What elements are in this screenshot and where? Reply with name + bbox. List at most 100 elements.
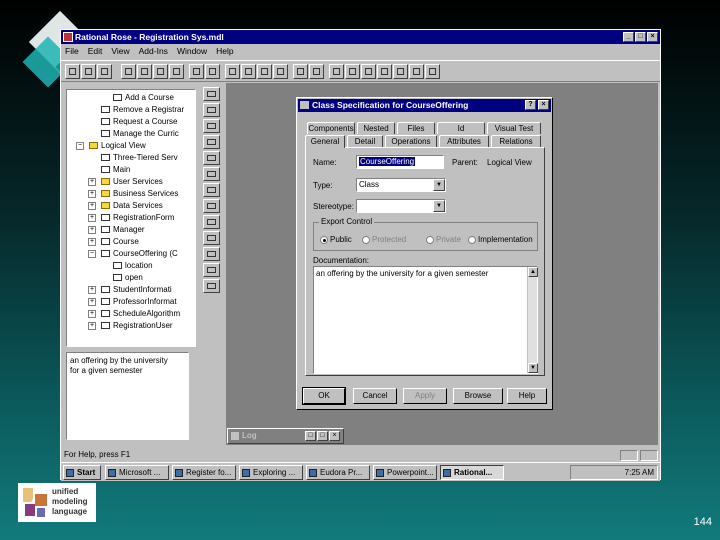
class-tool-icon[interactable] — [203, 151, 220, 165]
radio-protected[interactable]: Protected — [362, 235, 406, 244]
documentation-scrollbar[interactable]: ▲ ▼ — [527, 267, 538, 373]
browse-previous-icon[interactable] — [409, 64, 424, 79]
taskbar-item-active[interactable]: Rational... — [440, 465, 504, 480]
anchor-tool-icon[interactable] — [203, 135, 220, 149]
clock[interactable]: 7:25 AM — [625, 468, 654, 477]
association-tool-icon[interactable] — [203, 199, 220, 213]
tree-item[interactable]: Add a Course — [113, 92, 174, 104]
expand-icon[interactable]: + — [88, 226, 96, 234]
tree-item[interactable]: + User Services — [88, 176, 163, 188]
taskbar-item[interactable]: Register fo... — [172, 465, 236, 480]
expand-icon[interactable]: + — [88, 214, 96, 222]
log-window-minimized[interactable]: Log □ □ × — [227, 428, 344, 444]
tab-relations[interactable]: Relations — [491, 135, 541, 147]
interaction-diagram-icon[interactable] — [241, 64, 256, 79]
print-icon[interactable] — [169, 64, 184, 79]
maximize-button[interactable]: □ — [635, 32, 646, 42]
tree-item[interactable]: − CourseOffering (C — [88, 248, 178, 260]
menu-edit[interactable]: Edit — [88, 45, 103, 57]
cancel-button[interactable]: Cancel — [353, 388, 397, 404]
taskbar-item[interactable]: Powerpoint... — [373, 465, 437, 480]
log-maximize-button[interactable]: □ — [317, 431, 328, 441]
minimize-button[interactable]: _ — [623, 32, 634, 42]
new-icon[interactable] — [65, 64, 80, 79]
log-close-button[interactable]: × — [329, 431, 340, 441]
chevron-down-icon[interactable]: ▼ — [433, 179, 445, 191]
taskbar-item[interactable]: Exploring ... — [239, 465, 303, 480]
tree-item[interactable]: + RegistrationForm — [88, 212, 174, 224]
stereotype-dropdown[interactable]: ▼ — [356, 199, 446, 213]
tree-item[interactable]: + Course — [88, 236, 139, 248]
type-dropdown[interactable]: Class ▼ — [356, 178, 446, 192]
deployment-diagram-icon[interactable] — [273, 64, 288, 79]
tree-item[interactable]: + ProfessorInformat — [88, 296, 177, 308]
close-button[interactable]: × — [647, 32, 658, 42]
tab-operations[interactable]: Operations — [385, 135, 437, 147]
scroll-down-icon[interactable]: ▼ — [528, 363, 538, 373]
open-icon[interactable] — [81, 64, 96, 79]
menu-file[interactable]: File — [65, 45, 79, 57]
model-browser-tree[interactable]: Add a Course Remove a Registrar Request … — [66, 89, 196, 347]
tab-files[interactable]: Files — [397, 122, 435, 134]
expand-icon[interactable]: + — [88, 238, 96, 246]
dialog-title-bar[interactable]: Class Specification for CourseOffering ?… — [298, 99, 551, 112]
dependency-tool-icon[interactable] — [203, 247, 220, 261]
tab-attributes[interactable]: Attributes — [439, 135, 489, 147]
text-tool-icon[interactable] — [203, 103, 220, 117]
expand-icon[interactable]: + — [88, 190, 96, 198]
tab-general[interactable]: General — [305, 135, 345, 148]
tab-nested[interactable]: Nested — [357, 122, 395, 134]
fit-in-window-icon[interactable] — [329, 64, 344, 79]
cut-icon[interactable] — [121, 64, 136, 79]
radio-implementation[interactable]: Implementation — [468, 235, 533, 244]
radio-public[interactable]: Public — [320, 235, 352, 244]
expand-icon[interactable]: + — [88, 178, 96, 186]
aggregation-tool-icon[interactable] — [203, 215, 220, 229]
menu-view[interactable]: View — [111, 45, 129, 57]
taskbar-item[interactable]: Microsoft ... — [105, 465, 169, 480]
parameterized-class-tool-icon[interactable] — [203, 167, 220, 181]
selection-tool-icon[interactable] — [203, 87, 220, 101]
collapse-icon[interactable]: − — [88, 250, 96, 258]
tree-item[interactable]: + RegistrationUser — [88, 320, 173, 332]
tree-item[interactable]: Remove a Registrar — [101, 104, 184, 116]
expand-icon[interactable]: + — [88, 298, 96, 306]
context-help-icon[interactable] — [189, 64, 204, 79]
copy-icon[interactable] — [137, 64, 152, 79]
package-tool-icon[interactable] — [203, 263, 220, 277]
tree-item[interactable]: open — [113, 272, 143, 284]
tree-item[interactable]: Three-Tiered Serv — [101, 152, 178, 164]
tab-detail[interactable]: Detail — [347, 135, 383, 147]
menu-add-ins[interactable]: Add-Ins — [139, 45, 168, 57]
expand-icon[interactable]: + — [88, 202, 96, 210]
expand-icon[interactable]: + — [88, 322, 96, 330]
tree-item[interactable]: + Data Services — [88, 200, 163, 212]
browse-next-icon[interactable] — [425, 64, 440, 79]
menu-help[interactable]: Help — [216, 45, 233, 57]
tree-item[interactable]: + StudentInformati — [88, 284, 172, 296]
tab-components[interactable]: Components — [307, 122, 355, 134]
next-diagram-icon[interactable] — [309, 64, 324, 79]
apply-button[interactable]: Apply — [403, 388, 447, 404]
name-field[interactable]: CourseOffering — [356, 155, 444, 169]
tree-item[interactable]: Manage the Curric — [101, 128, 179, 140]
log-restore-button[interactable]: □ — [305, 431, 316, 441]
zoom-in-icon[interactable] — [345, 64, 360, 79]
expand-icon[interactable]: + — [88, 310, 96, 318]
chevron-down-icon[interactable]: ▼ — [433, 200, 445, 212]
tree-item[interactable]: + ScheduleAlgorithm — [88, 308, 180, 320]
tree-item[interactable]: Main — [101, 164, 130, 176]
browse-parent-icon[interactable] — [393, 64, 408, 79]
scroll-up-icon[interactable]: ▲ — [528, 267, 538, 277]
tree-item[interactable]: + Business Services — [88, 188, 178, 200]
collapse-icon[interactable]: − — [76, 142, 84, 150]
note-tool-icon[interactable] — [203, 119, 220, 133]
dialog-close-button[interactable]: × — [538, 100, 549, 110]
class-diagram-icon[interactable] — [225, 64, 240, 79]
tab-id[interactable]: Id — [437, 122, 485, 134]
window-title-bar[interactable]: Rational Rose - Registration Sys.mdl _ □… — [61, 30, 660, 44]
browse-diagram-icon[interactable] — [205, 64, 220, 79]
tree-item[interactable]: − Logical View — [76, 140, 146, 152]
taskbar-item[interactable]: Eudora Pr... — [306, 465, 370, 480]
help-button[interactable]: Help — [507, 388, 547, 404]
